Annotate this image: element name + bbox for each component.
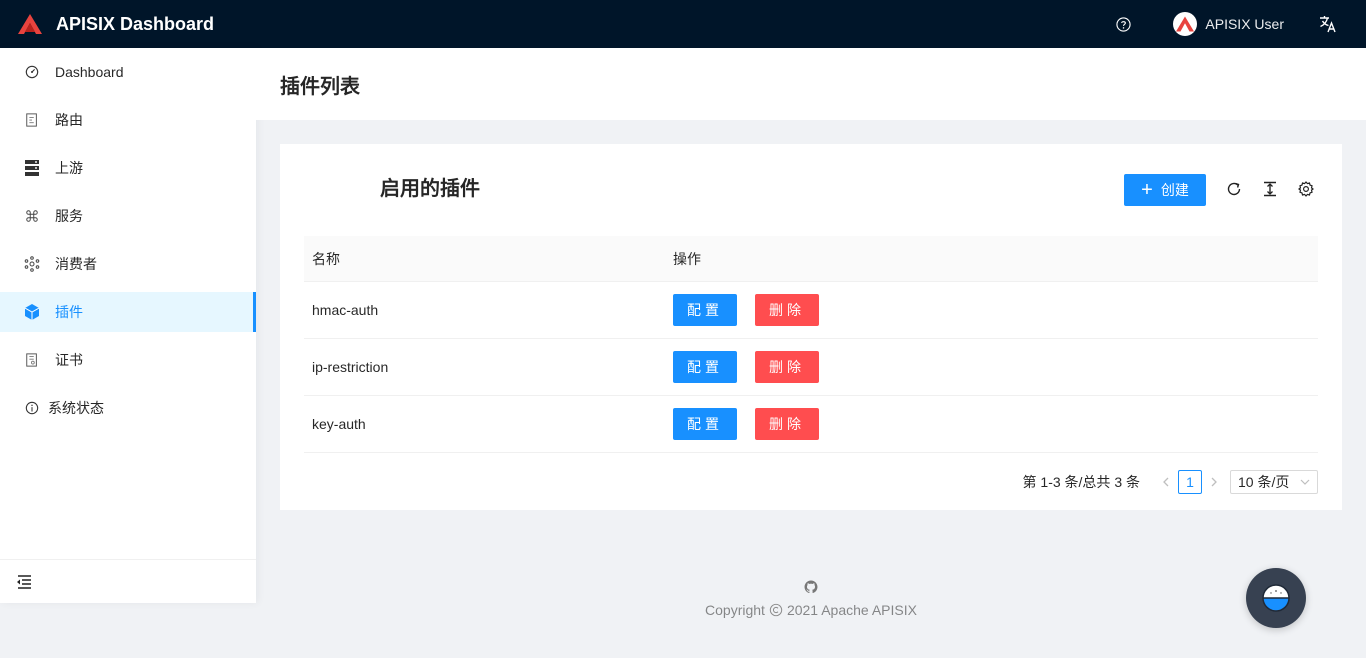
delete-button[interactable]: 删除	[755, 408, 819, 440]
sidebar-item-upstream[interactable]: 上游	[0, 148, 256, 188]
route-icon	[24, 112, 40, 128]
reload-icon	[1227, 182, 1241, 196]
density-button[interactable]	[1260, 178, 1280, 200]
column-header-name: 名称	[312, 250, 340, 267]
page-header: 插件列表	[256, 48, 1366, 120]
sidebar-item-label: 插件	[55, 304, 83, 320]
sidebar-item-label: 消费者	[55, 256, 97, 272]
reload-button[interactable]	[1224, 178, 1244, 200]
sidebar-item-service[interactable]: 服务	[0, 196, 256, 236]
create-button[interactable]: + 创建	[1124, 174, 1206, 206]
delete-button[interactable]: 删除	[755, 294, 819, 326]
page-number[interactable]: 1	[1178, 470, 1202, 494]
copyright-label: Copyright	[705, 602, 765, 618]
table-row: ip-restriction 配置 删除	[304, 339, 1318, 396]
create-label: 创建	[1160, 182, 1189, 198]
help-icon	[1116, 16, 1131, 32]
info-icon	[24, 400, 40, 416]
delete-button[interactable]: 删除	[755, 351, 819, 383]
plugin-list-card: 启用的插件 + 创建 名称 操作 hmac-auth 配置 删除 ip-rest…	[280, 144, 1342, 510]
config-button[interactable]: 配置	[673, 294, 737, 326]
config-button[interactable]: 配置	[673, 351, 737, 383]
pagination: 第 1-3 条/总共 3 条 1 10 条/页	[1023, 470, 1318, 494]
apisix-logo-icon	[18, 14, 42, 34]
avatar	[1173, 12, 1198, 36]
language-switcher[interactable]	[1304, 0, 1352, 48]
column-setting-button[interactable]	[1296, 178, 1316, 200]
upstream-icon	[24, 160, 40, 176]
next-page-button[interactable]	[1202, 470, 1226, 494]
translate-icon	[1320, 16, 1336, 33]
sidebar-item-label: 证书	[55, 352, 83, 368]
user-name: APISIX User	[1205, 16, 1284, 32]
chat-assistant-button[interactable]	[1246, 568, 1306, 628]
chat-bot-icon	[1262, 584, 1290, 612]
chevron-down-icon	[1300, 479, 1310, 485]
table-row: hmac-auth 配置 删除	[304, 282, 1318, 339]
pagination-total: 第 1-3 条/总共 3 条	[1022, 474, 1140, 490]
user-menu[interactable]: APISIX User	[1161, 0, 1296, 48]
certificate-icon	[24, 352, 40, 368]
sidebar: Dashboard 路由 上游 服务 消费者 插件 证书 系统状态	[0, 48, 256, 603]
avatar-icon	[1176, 16, 1195, 32]
plugin-name: ip-restriction	[312, 359, 389, 375]
menu-fold-icon	[17, 574, 31, 589]
sidebar-item-plugin[interactable]: 插件	[0, 292, 256, 332]
prev-page-button[interactable]	[1154, 470, 1178, 494]
sidebar-item-label: 路由	[55, 112, 83, 128]
sidebar-item-route[interactable]: 路由	[0, 100, 256, 140]
sidebar-item-system-status[interactable]: 系统状态	[0, 388, 256, 428]
table-row: key-auth 配置 删除	[304, 396, 1318, 453]
github-link[interactable]	[256, 580, 1366, 594]
sidebar-item-label: Dashboard	[55, 64, 124, 80]
sidebar-item-consumer[interactable]: 消费者	[0, 244, 256, 284]
config-button[interactable]: 配置	[673, 408, 737, 440]
copyright-icon	[769, 603, 783, 617]
sidebar-item-label: 服务	[55, 208, 83, 224]
plugin-table: 名称 操作 hmac-auth 配置 删除 ip-restriction 配置 …	[304, 236, 1318, 453]
copyright-year-owner: 2021 Apache APISIX	[786, 602, 917, 618]
consumer-icon	[24, 256, 40, 272]
logo[interactable]: APISIX Dashboard	[18, 14, 214, 35]
sidebar-item-dashboard[interactable]: Dashboard	[0, 52, 256, 92]
plugin-icon	[24, 304, 40, 320]
plus-icon: +	[1141, 179, 1153, 201]
chevron-left-icon	[1163, 477, 1169, 487]
dashboard-icon	[24, 64, 40, 80]
sidebar-item-label: 上游	[55, 160, 83, 176]
page-title: 插件列表	[280, 75, 360, 98]
copyright-text: Copyright 2021 Apache APISIX	[256, 602, 1366, 618]
column-height-icon	[1264, 181, 1276, 197]
app-title: APISIX Dashboard	[56, 13, 215, 34]
column-header-operation: 操作	[673, 250, 701, 267]
top-header: APISIX Dashboard APISIX User	[0, 0, 1366, 48]
card-title: 启用的插件	[380, 178, 480, 200]
sidebar-item-label: 系统状态	[48, 400, 104, 416]
footer: Copyright 2021 Apache APISIX	[256, 580, 1366, 618]
page-size-select[interactable]: 10 条/页	[1230, 470, 1318, 494]
setting-icon	[1298, 181, 1314, 197]
help-button[interactable]	[1111, 12, 1135, 36]
service-icon	[24, 208, 40, 224]
sidebar-item-certificate[interactable]: 证书	[0, 340, 256, 380]
plugin-name: key-auth	[312, 416, 366, 432]
github-icon	[804, 580, 818, 594]
table-header: 名称 操作	[304, 236, 1318, 282]
collapse-sidebar-button[interactable]	[0, 559, 256, 603]
chevron-right-icon	[1211, 477, 1217, 487]
plugin-name: hmac-auth	[312, 302, 379, 318]
page-size-value: 10 条/页	[1238, 474, 1290, 490]
